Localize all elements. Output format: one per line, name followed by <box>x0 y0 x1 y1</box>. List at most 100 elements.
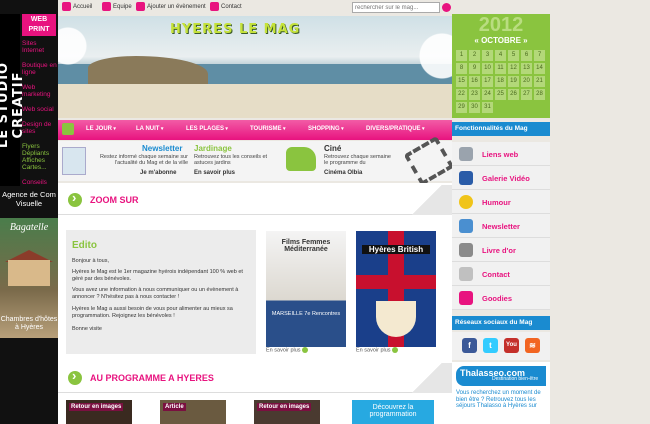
leftbar-item-sites[interactable]: Sites Internet <box>22 40 58 54</box>
calendar-day[interactable]: 3 <box>482 50 493 61</box>
leftbar-item-webmarketing[interactable]: Web marketing <box>22 84 58 98</box>
facebook-icon[interactable]: f <box>462 338 477 353</box>
calendar-day[interactable]: 18 <box>495 76 506 87</box>
rb-item-goodies[interactable]: Goodies <box>452 286 550 310</box>
home-icon <box>62 2 71 11</box>
wave-decoration <box>402 185 452 215</box>
calendar-day[interactable]: 25 <box>495 89 506 100</box>
calendar-day[interactable]: 17 <box>482 76 493 87</box>
calendar-day[interactable]: 16 <box>469 76 480 87</box>
menu-divers-pratique[interactable]: DIVERS/PRATIQUE <box>366 126 424 132</box>
nav-equipe[interactable]: Equipe <box>102 2 132 11</box>
calendar-day[interactable]: 30 <box>469 102 480 113</box>
functions-header: Fonctionnalités du Mag <box>452 122 550 136</box>
programme-thumb[interactable]: Découvrez la programmation <box>352 400 434 424</box>
leftbar-item-design[interactable]: Design de sites <box>22 121 58 135</box>
leftbar-item-boutique[interactable]: Boutique en ligne <box>22 62 58 76</box>
bagatelle-ad[interactable]: Bagatelle Chambres d'hôtes à Hyères <box>0 218 58 338</box>
rb-item-humour[interactable]: Humour <box>452 190 550 214</box>
calendar-day[interactable]: 20 <box>521 76 532 87</box>
calendar-month-nav[interactable]: « OCTOBRE » <box>452 36 550 45</box>
calendar-day[interactable]: 22 <box>456 89 467 100</box>
social-header: Réseaux sociaux du Mag <box>452 316 550 330</box>
rb-item-contact[interactable]: Contact <box>452 262 550 286</box>
feature-jardinage-title: Jardinage <box>194 144 232 153</box>
calendar-day[interactable]: 14 <box>534 63 545 74</box>
thalasseo-tagline: Destination bien-être <box>492 376 539 382</box>
calendar-day[interactable]: 29 <box>456 102 467 113</box>
feature-newsletter-link[interactable]: Je m'abonne <box>140 170 176 176</box>
feature-jardinage[interactable]: Jardinage Retrouvez tous les conseils et… <box>192 141 320 181</box>
newsletter-icon <box>62 147 86 175</box>
poster-caption[interactable]: En savoir plus <box>266 347 309 353</box>
menu-shopping[interactable]: SHOPPING <box>308 126 344 132</box>
programme-thumb[interactable]: Retour en images <box>66 400 132 424</box>
twitter-icon[interactable]: t <box>483 338 498 353</box>
leftbar-item-websocial[interactable]: Web social <box>22 106 54 113</box>
feature-cine[interactable]: Ciné Retrouvez chaque semaine le program… <box>322 135 455 187</box>
feature-newsletter[interactable]: Newsletter Restez informé chaque semaine… <box>58 141 190 181</box>
leftbar-item-print[interactable]: Flyers Dépliants Affiches Cartes... <box>22 143 58 171</box>
studio-creatif-logo[interactable]: LE STUDIO CREATIF <box>0 14 26 186</box>
calendar-day[interactable]: 8 <box>456 63 467 74</box>
rb-item-livre-or[interactable]: Livre d'or <box>452 238 550 262</box>
nav-ajouter-evenement[interactable]: Ajouter un évènement <box>136 2 206 11</box>
search-input[interactable] <box>352 2 440 13</box>
programme-thumb[interactable]: Article <box>160 400 226 424</box>
calendar-day[interactable]: 5 <box>508 50 519 61</box>
menu-tourisme[interactable]: TOURISME <box>250 126 285 132</box>
teacup-image <box>376 301 416 337</box>
youtube-icon[interactable]: You <box>504 338 519 353</box>
palm-left-decoration <box>58 16 98 118</box>
feature-cine-link[interactable]: Cinéma Olbia <box>324 170 362 176</box>
beach-shape <box>58 84 452 118</box>
menu-le-jour[interactable]: LE JOUR <box>86 126 116 132</box>
calendar-day[interactable]: 21 <box>534 76 545 87</box>
video-icon <box>459 171 473 185</box>
calendar-day[interactable]: 6 <box>521 50 532 61</box>
search-button[interactable] <box>442 3 451 12</box>
menu-home-icon[interactable] <box>62 123 74 135</box>
calendar-add-icon <box>136 2 145 11</box>
programme-thumb[interactable]: Retour en images <box>254 400 320 424</box>
calendar-day[interactable]: 9 <box>469 63 480 74</box>
rb-item-galerie[interactable]: Galerie Vidéo <box>452 166 550 190</box>
calendar-day[interactable]: 23 <box>469 89 480 100</box>
rb-item-liens[interactable]: Liens web <box>452 142 550 166</box>
edito-box: Edito Bonjour à tous, Hyères le Mag est … <box>66 230 256 354</box>
edito-paragraph: Hyères le Mag est le 1er magazine hyéroi… <box>72 269 243 282</box>
rss-icon[interactable]: ≋ <box>525 338 540 353</box>
calendar-day[interactable]: 2 <box>469 50 480 61</box>
nav-accueil[interactable]: Accueil <box>62 2 92 11</box>
calendar-day[interactable]: 26 <box>508 89 519 100</box>
poster-films-femmes[interactable]: Films Femmes Méditerranée MARSEILLE 7e R… <box>266 231 346 347</box>
calendar-day[interactable]: 13 <box>521 63 532 74</box>
calendar-day[interactable]: 24 <box>482 89 493 100</box>
poster-hyeres-british[interactable]: Hyères British <box>356 231 436 347</box>
thalasseo-ad[interactable]: Thalasseo.com Destination bien-être Vous… <box>452 362 550 424</box>
poster-hyeres-british-title: Hyères British <box>362 245 430 254</box>
site-logo[interactable]: HYERES LE MAG <box>170 22 300 37</box>
calendar-day[interactable]: 1 <box>456 50 467 61</box>
calendar-day[interactable]: 11 <box>495 63 506 74</box>
calendar-day[interactable]: 27 <box>521 89 532 100</box>
zoom-title: ZOOM SUR <box>90 195 139 205</box>
nav-contact[interactable]: Contact <box>210 2 242 11</box>
calendar-day[interactable]: 7 <box>534 50 545 61</box>
calendar-day[interactable]: 31 <box>482 102 493 113</box>
calendar-day[interactable]: 19 <box>508 76 519 87</box>
menu-les-plages[interactable]: LES PLAGES <box>186 126 228 132</box>
menu-la-nuit[interactable]: LA NUIT <box>136 126 163 132</box>
edito-paragraph: Hyères le Mag a aussi besoin de vous pou… <box>72 306 233 319</box>
poster-caption[interactable]: En savoir plus <box>356 347 399 353</box>
calendar-day[interactable]: 10 <box>482 63 493 74</box>
leftbar-item-conseils[interactable]: Conseils <box>22 179 47 186</box>
calendar-day[interactable]: 12 <box>508 63 519 74</box>
link-icon <box>459 147 473 161</box>
webprint-badge: WEB PRINT <box>22 14 56 36</box>
calendar-day[interactable]: 15 <box>456 76 467 87</box>
calendar-day[interactable]: 28 <box>534 89 545 100</box>
calendar-day[interactable]: 4 <box>495 50 506 61</box>
rb-item-newsletter[interactable]: Newsletter <box>452 214 550 238</box>
feature-jardinage-link[interactable]: En savoir plus <box>194 170 235 176</box>
